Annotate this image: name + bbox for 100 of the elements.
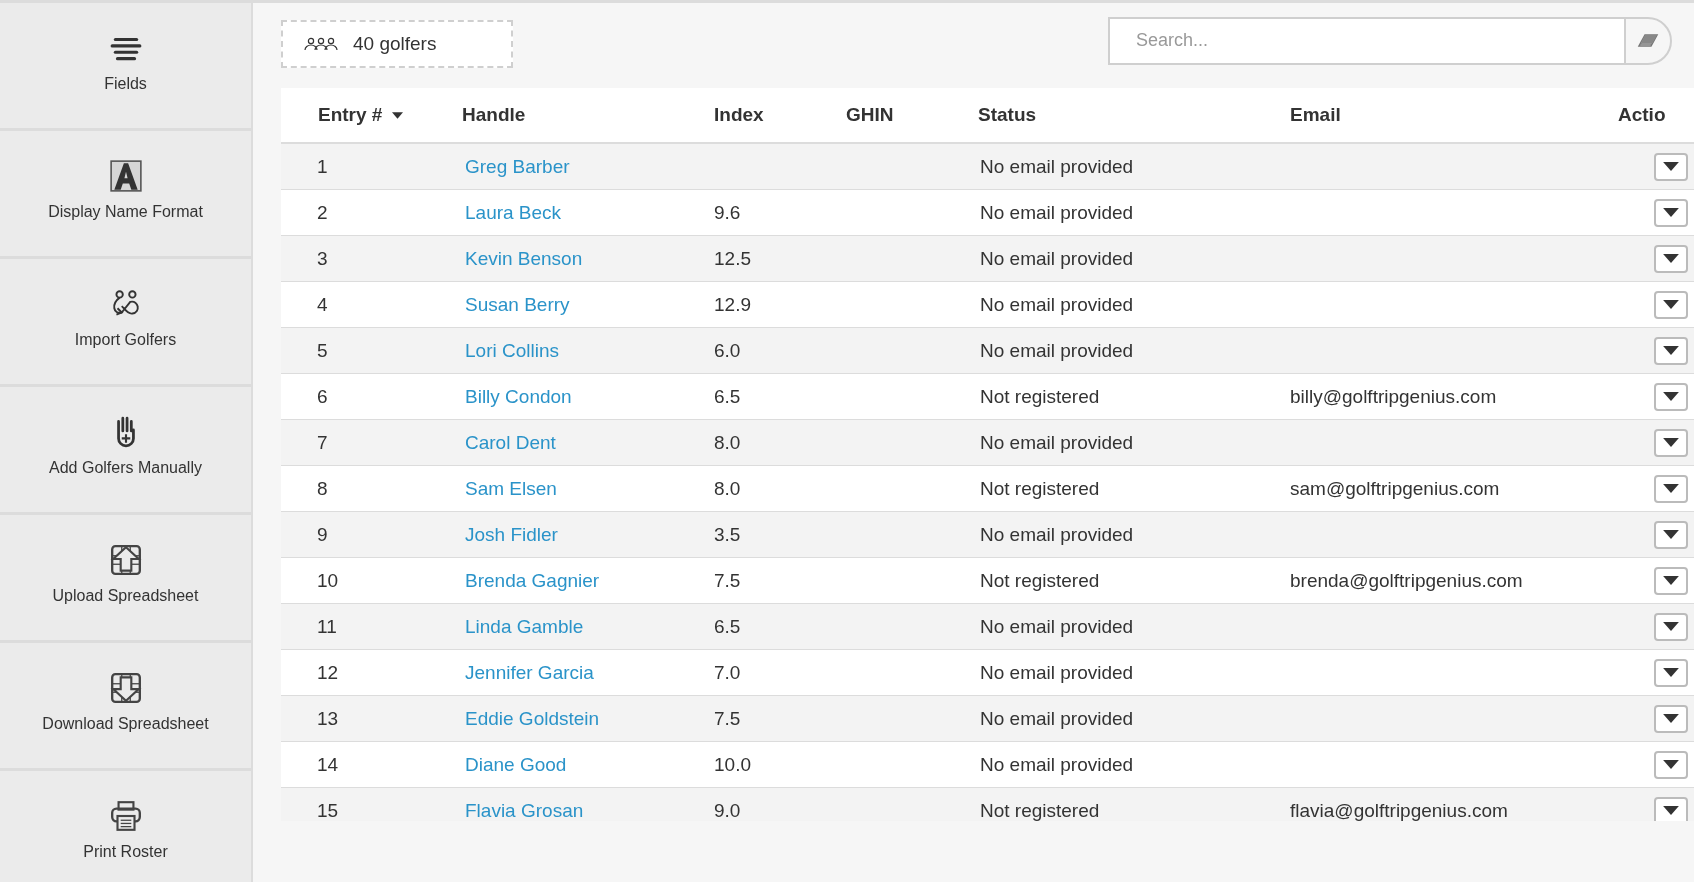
sort-caret-icon: [392, 111, 404, 119]
row-actions-dropdown[interactable]: [1654, 474, 1688, 503]
status-text: No email provided: [980, 293, 1134, 315]
sidebar-item[interactable]: Import Golfers: [0, 259, 251, 387]
entry-number: 13: [317, 707, 339, 729]
index-value: 9.6: [714, 201, 741, 223]
column-header[interactable]: Email: [1290, 104, 1341, 126]
status-text: No email provided: [980, 615, 1134, 637]
entry-number: 3: [317, 247, 328, 269]
entry-number: 6: [317, 385, 328, 407]
golfer-name-link[interactable]: Laura Beck: [465, 201, 562, 223]
column-header[interactable]: Status: [978, 104, 1037, 126]
index-value: 3.5: [714, 523, 741, 545]
search-field[interactable]: Search...: [1108, 16, 1624, 65]
row-actions-dropdown[interactable]: [1654, 244, 1688, 273]
email-text: flavia@golftripgenius.com: [1290, 799, 1508, 821]
entry-number: 14: [317, 753, 339, 775]
status-text: No email provided: [980, 753, 1134, 775]
golfer-name-link[interactable]: Carol Dent: [465, 431, 556, 453]
index-value: 6.0: [714, 339, 741, 361]
status-text: No email provided: [980, 707, 1134, 729]
sidebar-item[interactable]: Download Spreadsheet: [0, 643, 251, 771]
index-value: 7.0: [714, 661, 741, 683]
caret-down-icon: [1663, 576, 1679, 585]
clear-search-button[interactable]: [1624, 16, 1672, 65]
golfer-name-link[interactable]: Josh Fidler: [465, 523, 558, 545]
status-text: Not registered: [980, 799, 1100, 821]
status-text: No email provided: [980, 431, 1134, 453]
caret-down-icon: [1663, 346, 1679, 355]
row-actions-dropdown[interactable]: [1654, 382, 1688, 411]
row-actions-dropdown[interactable]: [1654, 290, 1688, 319]
golfer-name-link[interactable]: Lori Collins: [465, 339, 559, 361]
caret-down-icon: [1663, 622, 1679, 631]
index-value: 12.9: [714, 293, 751, 315]
status-text: No email provided: [980, 339, 1134, 361]
golfer-name-link[interactable]: Greg Barber: [465, 155, 570, 177]
caret-down-icon: [1663, 714, 1679, 723]
entry-number: 1: [317, 155, 328, 177]
caret-down-icon: [1663, 300, 1679, 309]
golfer-name-link[interactable]: Susan Berry: [465, 293, 570, 315]
index-value: 6.5: [714, 385, 741, 407]
index-value: 9.0: [714, 799, 741, 821]
index-value: 7.5: [714, 569, 741, 591]
row-actions-dropdown[interactable]: [1654, 152, 1688, 181]
golfer-count: 40 golfers: [353, 32, 437, 55]
golfer-name-link[interactable]: Diane Good: [465, 753, 567, 775]
golfer-name-link[interactable]: Billy Condon: [465, 385, 572, 407]
index-value: 12.5: [714, 247, 751, 269]
column-header[interactable]: Handle: [462, 104, 526, 126]
column-header[interactable]: Index: [714, 104, 764, 126]
status-text: No email provided: [980, 155, 1134, 177]
column-header[interactable]: GHIN: [846, 104, 894, 126]
email-text: sam@golftripgenius.com: [1290, 477, 1500, 499]
row-actions-dropdown[interactable]: [1654, 198, 1688, 227]
golfer-name-link[interactable]: Brenda Gagnier: [465, 569, 600, 591]
status-text: No email provided: [980, 247, 1134, 269]
status-text: No email provided: [980, 523, 1134, 545]
caret-down-icon: [1663, 806, 1679, 815]
row-actions-dropdown[interactable]: [1654, 336, 1688, 365]
golfer-name-link[interactable]: Jennifer Garcia: [465, 661, 594, 683]
golfer-name-link[interactable]: Sam Elsen: [465, 477, 557, 499]
row-actions-dropdown[interactable]: [1654, 520, 1688, 549]
caret-down-icon: [1663, 208, 1679, 217]
index-value: 8.0: [714, 477, 741, 499]
golfer-name-link[interactable]: Linda Gamble: [465, 615, 584, 637]
row-actions-dropdown[interactable]: [1654, 612, 1688, 641]
sidebar-item[interactable]: Add Golfers Manually: [0, 387, 251, 515]
entry-number: 10: [317, 569, 339, 591]
caret-down-icon: [1663, 484, 1679, 493]
index-value: 6.5: [714, 615, 741, 637]
entry-number: 11: [317, 615, 337, 637]
row-actions-dropdown[interactable]: [1654, 796, 1688, 821]
sidebar-item[interactable]: Print Roster: [0, 771, 251, 882]
caret-down-icon: [1663, 392, 1679, 401]
printer-icon: [108, 799, 143, 833]
column-header[interactable]: Entry #: [318, 104, 404, 126]
people-group-icon: [303, 35, 339, 52]
row-actions-dropdown[interactable]: [1654, 704, 1688, 733]
caret-down-icon: [1663, 530, 1679, 539]
letter-a-icon: [108, 159, 143, 193]
entry-number: 8: [317, 477, 328, 499]
sidebar-item[interactable]: Fields: [0, 3, 251, 131]
row-actions-dropdown[interactable]: [1654, 566, 1688, 595]
row-actions-dropdown[interactable]: [1654, 428, 1688, 457]
eraser-icon: [1637, 32, 1659, 49]
sidebar-item[interactable]: Display Name Format: [0, 131, 251, 259]
entry-number: 9: [317, 523, 328, 545]
caret-down-icon: [1663, 162, 1679, 171]
caret-down-icon: [1663, 760, 1679, 769]
golfer-name-link[interactable]: Eddie Goldstein: [465, 707, 600, 729]
entry-number: 15: [317, 799, 339, 821]
row-actions-dropdown[interactable]: [1654, 658, 1688, 687]
sidebar-item[interactable]: Upload Spreadsheet: [0, 515, 251, 643]
index-value: 7.5: [714, 707, 741, 729]
golfer-name-link[interactable]: Kevin Benson: [465, 247, 583, 269]
index-value: 8.0: [714, 431, 741, 453]
row-actions-dropdown[interactable]: [1654, 750, 1688, 779]
caret-down-icon: [1663, 254, 1679, 263]
golfer-name-link[interactable]: Flavia Grosan: [465, 799, 584, 821]
column-header[interactable]: Actio: [1618, 104, 1666, 126]
